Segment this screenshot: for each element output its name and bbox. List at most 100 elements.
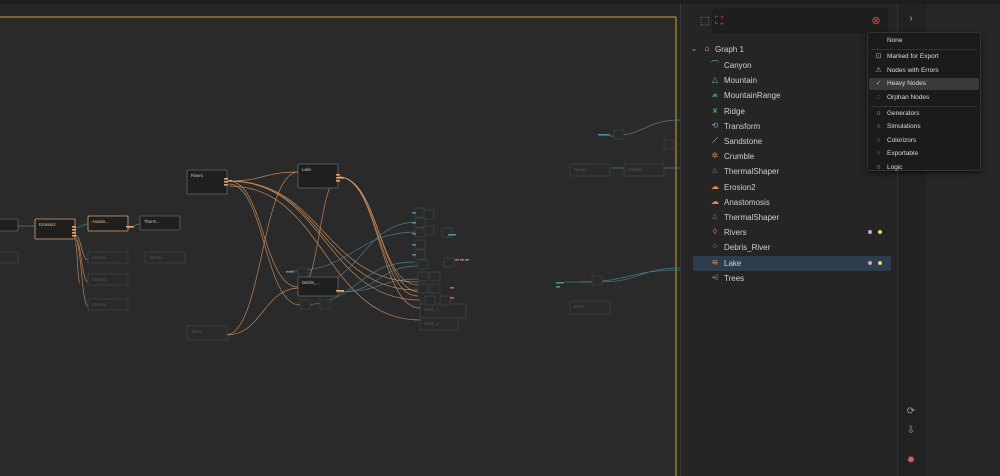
refresh-icon[interactable]: ⟳ (903, 404, 919, 420)
node-small-13[interactable] (439, 295, 451, 306)
node-erosion2-label: Erosion2 (39, 222, 56, 227)
chevron-down-icon[interactable]: ⌄ (689, 44, 699, 54)
node-left-faded[interactable] (0, 251, 19, 264)
node-small-8[interactable] (417, 271, 429, 282)
orphan-icon: ◌ (876, 93, 881, 101)
node-debris[interactable]: Debris_... (297, 276, 339, 297)
node-small-0[interactable] (414, 207, 426, 218)
menu-item-label: Generators (887, 110, 920, 117)
tree-item-label: Crumble (724, 152, 755, 162)
menu-item-marked-for-export[interactable]: ⊡ Marked for Export (869, 51, 979, 63)
menu-item-label: None (887, 37, 903, 44)
dot-icon: ○ (876, 150, 881, 158)
focus-icon[interactable]: ⛶ (710, 12, 728, 30)
tree-item-label: Sandstone (724, 137, 763, 146)
tree-item-lake[interactable]: ≋ Lake (693, 255, 891, 271)
node-erosion-faded-2[interactable]: Erosion... (87, 273, 129, 286)
node-small-1[interactable] (414, 217, 426, 228)
node-small-16[interactable] (297, 267, 309, 278)
node-small-4[interactable] (414, 249, 426, 260)
node-terrain-label: Terrain (574, 167, 587, 172)
node-small-11[interactable] (429, 283, 441, 294)
node-mask-right[interactable]: Mask... (569, 300, 611, 315)
node-erosion-faded-3[interactable]: Erosion... (87, 298, 129, 311)
transform-icon: ⟲ (711, 120, 719, 130)
tree-item-erosion2[interactable]: ☁ Erosion2 (693, 180, 891, 195)
dot-icon: ○ (876, 136, 881, 144)
tree-item-anastomosis[interactable]: ☁ Anastomosis (693, 195, 891, 210)
status-dot (878, 260, 882, 265)
menu-item-orphan-nodes[interactable]: ◌ Orphan Nodes (869, 92, 979, 104)
node-small-7[interactable] (417, 259, 429, 270)
node-erosion2[interactable]: Erosion2 (34, 218, 76, 240)
bug-icon[interactable]: ✹ (903, 453, 919, 469)
tree-item-rivers[interactable]: ◊ Rivers (693, 225, 891, 240)
menu-item-generators[interactable]: ○ Generators (869, 108, 979, 120)
node-terrain[interactable]: Terrain (569, 163, 611, 177)
node-small-18[interactable] (319, 299, 331, 310)
node-small-6[interactable] (423, 225, 435, 236)
canyon-icon: ⌒ (711, 60, 719, 69)
status-dot (868, 260, 872, 265)
node-lake-label: Lake (302, 167, 312, 172)
node-valleys[interactable]: Valleys (623, 163, 665, 177)
node-mask2[interactable]: Mask_2... (419, 317, 459, 331)
node-rivers-label: Rivers (191, 173, 203, 178)
node-small-10[interactable] (429, 271, 441, 282)
node-mask1[interactable]: Mask_1... (419, 303, 467, 319)
collapse-panel-icon[interactable]: › (904, 12, 918, 26)
node-rivers[interactable]: Rivers (186, 169, 228, 195)
tree-item-transform[interactable]: ⟲ Transform (693, 119, 891, 134)
node-anasto[interactable]: Anasto... (87, 215, 129, 232)
node-left-edge[interactable] (0, 218, 19, 232)
tree-item-mountain[interactable]: △ Mountain (693, 73, 891, 88)
menu-item-exportable[interactable]: ○ Exportable (869, 148, 979, 160)
node-small-20[interactable] (591, 275, 603, 286)
node-small-22[interactable] (663, 139, 675, 150)
tree-item-ridge[interactable]: ⩙ Ridge (693, 104, 891, 119)
node-small-15[interactable] (443, 257, 455, 268)
menu-item-nodes-with-errors[interactable]: ⚠ Nodes with Errors (869, 65, 979, 77)
menu-item-heavy-nodes[interactable]: ✓ Heavy Nodes (869, 78, 979, 91)
erosion-icon: ☁ (711, 181, 719, 191)
menu-item-simulations[interactable]: ○ Simulations (869, 121, 979, 133)
tree-item-thermalshaper[interactable]: ♨ ThermalShaper (693, 210, 891, 225)
node-small-14[interactable] (441, 227, 453, 238)
menu-item-logic[interactable]: ○ Logic (869, 162, 979, 174)
node-erosion-faded-1[interactable]: Erosion... (87, 251, 129, 264)
tree-item-label: MountainRange (724, 91, 781, 101)
node-trees[interactable]: Trees (186, 325, 228, 341)
node-lake[interactable]: Lake (297, 163, 339, 189)
tree-item-sandstone[interactable]: ⟋ Sandstone (693, 134, 891, 149)
node-sharpen-faded[interactable]: Sharpe... (144, 251, 186, 264)
node-small-12[interactable] (424, 295, 436, 306)
node-small-19[interactable] (299, 299, 311, 310)
tree-item-canyon[interactable]: ⌒ Canyon (693, 58, 891, 73)
menu-item-label: Orphan Nodes (887, 93, 930, 101)
tree-item-trees[interactable]: ⩤ Trees (693, 271, 891, 286)
download-icon[interactable]: ⇩ (903, 423, 919, 439)
node-small-5[interactable] (423, 209, 435, 220)
tree-item-label: ThermalShaper (724, 213, 780, 222)
node-thermo[interactable]: Therm... (139, 215, 181, 231)
menu-item-colorizors[interactable]: ○ Colorizors (869, 135, 979, 147)
tree-root-graph[interactable]: ⌄ ⌂ Graph 1 (684, 42, 896, 57)
menu-item-label: Heavy Nodes (887, 80, 927, 88)
tree-item-thermalshaper[interactable]: ♨ ThermalShaper (693, 164, 891, 179)
node-small-21[interactable] (613, 129, 625, 140)
graph-icon: ⌂ (704, 44, 710, 53)
node-thermo-label: Therm... (144, 219, 160, 224)
tree-item-label: Trees (724, 273, 745, 283)
node-mask-right-label: Mask... (574, 304, 588, 309)
node-anasto-label: Anasto... (92, 219, 109, 224)
node-small-9[interactable] (417, 283, 429, 294)
tree-item-crumble[interactable]: ✲ Crumble (693, 149, 891, 164)
node-small-3[interactable] (414, 239, 426, 250)
debris-icon: ⁘ (711, 242, 719, 252)
tree-item-debris-river[interactable]: ⁘ Debris_River (693, 240, 891, 255)
mountain-range-icon: ⩕ (711, 90, 719, 100)
clear-filter-icon[interactable]: ⊗ (867, 12, 885, 30)
tree-item-mountainrange[interactable]: ⩕ MountainRange (693, 88, 891, 103)
node-small-2[interactable] (414, 227, 426, 238)
menu-item-none[interactable]: None (869, 35, 979, 47)
